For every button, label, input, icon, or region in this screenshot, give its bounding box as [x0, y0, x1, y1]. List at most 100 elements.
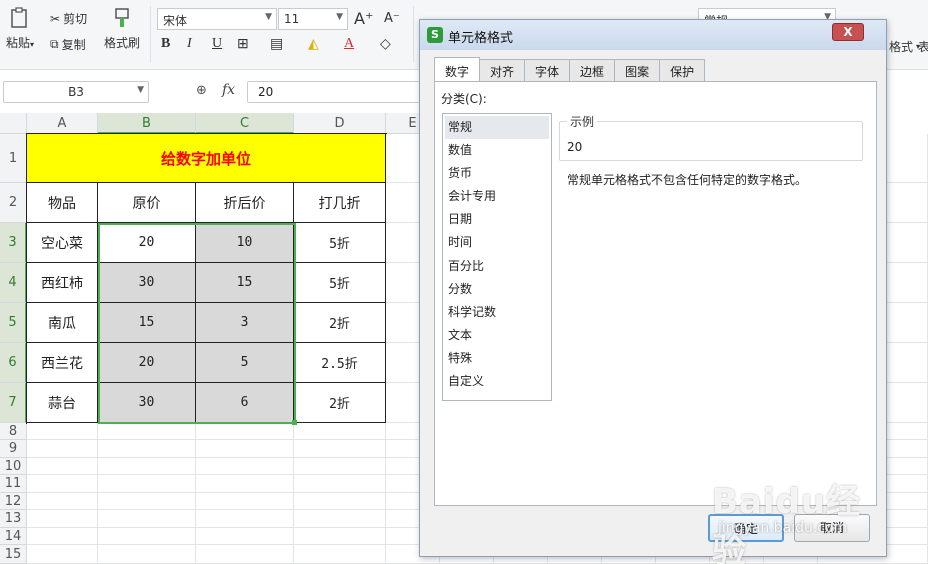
column-header-a[interactable]: A: [27, 113, 98, 134]
tab-border[interactable]: 边框: [569, 59, 616, 81]
table-style-button[interactable]: 表: [918, 38, 928, 55]
format-painter-button[interactable]: 格式刷: [104, 6, 140, 51]
function-icon[interactable]: fx: [222, 82, 235, 98]
formula-input[interactable]: 20: [247, 81, 427, 103]
column-header-c[interactable]: C: [196, 113, 294, 134]
table-cell[interactable]: 10: [196, 223, 294, 263]
table-cell[interactable]: 5折: [294, 263, 386, 303]
font-name-select[interactable]: 宋体 ▼: [157, 8, 277, 30]
tab-protection[interactable]: 保护: [659, 59, 706, 81]
title-cell[interactable]: 给数字加单位: [27, 134, 386, 183]
wps-s-icon: S: [427, 27, 443, 43]
fill-color-button[interactable]: ◭: [308, 36, 319, 53]
table-cell[interactable]: 2折: [294, 303, 386, 343]
underline-button[interactable]: U: [212, 36, 222, 52]
chevron-down-icon: ▼: [137, 85, 144, 95]
name-box[interactable]: B3 ▼: [3, 81, 149, 103]
table-cell[interactable]: 20: [98, 223, 196, 263]
category-item[interactable]: 自定义: [443, 370, 551, 393]
close-button[interactable]: X: [832, 23, 864, 41]
table-cell[interactable]: 南瓜: [27, 303, 98, 343]
table-cell[interactable]: 30: [98, 383, 196, 423]
header-cell[interactable]: 原价: [98, 183, 196, 223]
row-header-6[interactable]: 6: [0, 343, 27, 383]
copy-button[interactable]: ⧉ 复制: [50, 36, 86, 53]
dialog-titlebar[interactable]: S 单元格格式 X: [420, 20, 886, 50]
border-button[interactable]: ⊞: [237, 36, 249, 53]
category-item[interactable]: 科学记数: [443, 301, 551, 324]
column-header-d[interactable]: D: [294, 113, 386, 134]
ribbon-separator: [150, 6, 151, 62]
font-size-select[interactable]: 11 ▼: [278, 8, 348, 30]
cell-style-button[interactable]: ▤: [270, 36, 283, 53]
row-header-12[interactable]: 12: [0, 493, 27, 510]
decrease-font-button[interactable]: A⁻: [384, 11, 400, 26]
table-cell[interactable]: 蒜台: [27, 383, 98, 423]
row-header-3[interactable]: 3: [0, 223, 27, 263]
table-cell[interactable]: 空心菜: [27, 223, 98, 263]
category-list[interactable]: 常规 数值 货币 会计专用 日期 时间 百分比 分数 科学记数 文本 特殊 自定义: [442, 113, 552, 401]
row-header-1[interactable]: 1: [0, 134, 27, 183]
fill-handle[interactable]: [292, 420, 297, 425]
tab-pattern[interactable]: 图案: [614, 59, 661, 81]
chevron-down-icon: ▼: [265, 12, 272, 22]
table-cell[interactable]: 15: [98, 303, 196, 343]
category-item[interactable]: 文本: [443, 324, 551, 347]
clear-button[interactable]: ◇: [380, 36, 391, 53]
header-cell[interactable]: 物品: [27, 183, 98, 223]
increase-font-button[interactable]: A⁺: [354, 9, 373, 28]
row-header-9[interactable]: 9: [0, 440, 27, 458]
table-cell[interactable]: 西兰花: [27, 343, 98, 383]
table-cell[interactable]: 20: [98, 343, 196, 383]
category-label: 分类(C):: [441, 92, 487, 106]
row-header-2[interactable]: 2: [0, 183, 27, 223]
row-header-14[interactable]: 14: [0, 528, 27, 545]
cut-button[interactable]: ✂ 剪切: [50, 10, 87, 27]
tab-number[interactable]: 数字: [434, 57, 481, 81]
row-header-7[interactable]: 7: [0, 383, 27, 423]
bold-button[interactable]: B: [161, 36, 170, 52]
cancel-button[interactable]: 取消: [794, 514, 870, 542]
table-cell[interactable]: 5: [196, 343, 294, 383]
table-cell[interactable]: 2折: [294, 383, 386, 423]
format-cells-dialog: S 单元格格式 X 数字 对齐 字体 边框 图案 保护 分类(C): 常规 数值货…: [419, 19, 887, 557]
row-header-11[interactable]: 11: [0, 475, 27, 493]
paste-button[interactable]: 粘贴▾: [6, 6, 34, 51]
cell-format-button[interactable]: 格式 ▾: [889, 38, 920, 55]
table-cell[interactable]: 15: [196, 263, 294, 303]
row-header-5[interactable]: 5: [0, 303, 27, 343]
table-cell[interactable]: 3: [196, 303, 294, 343]
table-cell[interactable]: 5折: [294, 223, 386, 263]
table-cell[interactable]: 西红柿: [27, 263, 98, 303]
zoom-icon[interactable]: ⊕: [196, 83, 207, 98]
category-item[interactable]: 会计专用: [443, 185, 551, 208]
category-item[interactable]: 常规: [445, 116, 549, 140]
category-item[interactable]: 时间: [443, 231, 551, 254]
font-color-button[interactable]: A: [344, 36, 354, 52]
close-icon: X: [843, 25, 853, 39]
row-header-4[interactable]: 4: [0, 263, 27, 303]
brush-icon: [115, 8, 129, 27]
row-header-15[interactable]: 15: [0, 545, 27, 564]
column-header-b[interactable]: B: [98, 113, 196, 134]
select-all-corner[interactable]: [0, 113, 27, 134]
row-header-13[interactable]: 13: [0, 510, 27, 528]
tab-font[interactable]: 字体: [524, 59, 571, 81]
category-item[interactable]: 特殊: [443, 347, 551, 370]
category-item[interactable]: 百分比: [443, 255, 551, 278]
italic-button[interactable]: I: [187, 36, 192, 52]
header-cell[interactable]: 打几折: [294, 183, 386, 223]
ok-button[interactable]: 确定: [708, 514, 784, 542]
table-cell[interactable]: 30: [98, 263, 196, 303]
header-cell[interactable]: 折后价: [196, 183, 294, 223]
row-header-10[interactable]: 10: [0, 458, 27, 475]
row-header-8[interactable]: 8: [0, 423, 27, 440]
category-item[interactable]: 分数: [443, 278, 551, 301]
category-item[interactable]: 日期: [443, 208, 551, 231]
border-icon: ⊞: [237, 37, 249, 52]
category-item[interactable]: 货币: [443, 162, 551, 185]
category-item[interactable]: 数值: [443, 139, 551, 162]
tab-alignment[interactable]: 对齐: [479, 59, 526, 81]
table-cell[interactable]: 2.5折: [294, 343, 386, 383]
table-cell[interactable]: 6: [196, 383, 294, 423]
